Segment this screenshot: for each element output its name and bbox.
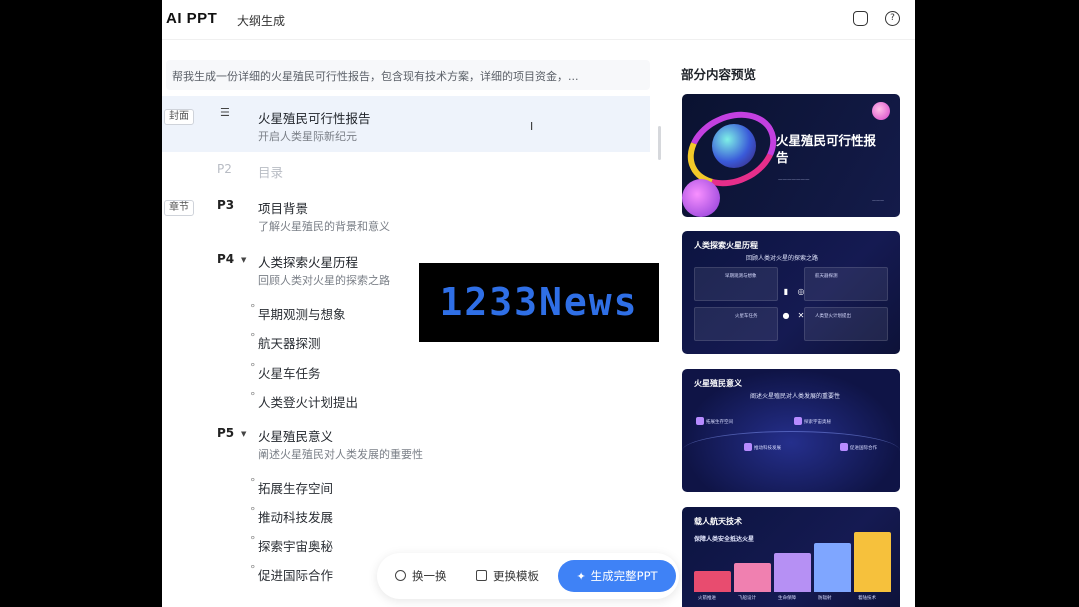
slide-bullet[interactable]: 推动科技发展: [250, 505, 333, 526]
info-box-label: 航天器探测: [815, 274, 838, 279]
users-icon: ●: [782, 311, 790, 320]
card-subtitle: 回顾人类对火星的探索之路: [746, 255, 819, 262]
card-subtitle: ———————: [778, 178, 810, 183]
slide-bullet[interactable]: 促进国际合作: [250, 563, 333, 584]
slide-bullet[interactable]: 航天器探测: [250, 331, 320, 352]
chevron-down-icon[interactable]: ▼: [241, 256, 246, 264]
cover-icon: ☰: [220, 106, 230, 119]
preview-title: 部分内容预览: [681, 67, 757, 82]
card-footer: ———: [872, 198, 884, 203]
card-title: 火星殖民可行性报告: [776, 133, 877, 165]
bag-icon[interactable]: [853, 11, 868, 26]
shuffle-button[interactable]: 换一换: [395, 568, 447, 584]
orb-graphic: [682, 179, 720, 217]
watermark-overlay: 1233News: [419, 263, 659, 342]
page-title: 大纲生成: [237, 14, 286, 28]
slide-row-cover[interactable]: 封面 ☰ 火星殖民可行性报告 开启人类星际新纪元 I: [162, 96, 650, 152]
slide-bullet[interactable]: 早期观测与想象: [250, 302, 345, 323]
slide-tag: 章节: [164, 200, 194, 216]
slide-title[interactable]: 目录: [258, 162, 283, 181]
brand-logo: AI PPT: [166, 10, 218, 27]
moon-graphic: [872, 102, 890, 120]
slide-title[interactable]: 人类探索火星历程: [258, 252, 358, 271]
template-label: 更换模板: [493, 569, 539, 583]
slide-title[interactable]: 项目背景: [258, 198, 308, 217]
info-box: 火星车任务: [694, 307, 778, 341]
slide-row-p3[interactable]: 章节 P3 项目背景 了解火星殖民的背景和意义: [162, 192, 650, 236]
slide-bullet[interactable]: 人类登火计划提出: [250, 390, 358, 411]
bar-label: 防辐射: [818, 596, 832, 601]
chart-icon: ▮: [783, 287, 789, 296]
app-window: AI PPT 大纲生成 ? 帮我生成一份详细的火星殖民可行性报告，包含现有技术方…: [162, 0, 915, 607]
item-label: 促进国际合作: [850, 446, 877, 451]
info-box-label: 早期观测与想象: [725, 274, 757, 279]
slide-bullet[interactable]: 火星车任务: [250, 361, 320, 382]
card-subtitle: 阐述火星殖民对人类发展的重要性: [750, 393, 841, 400]
item-marker: [794, 417, 802, 425]
info-box: 人类登火计划提出: [804, 307, 888, 341]
slide-subtitle[interactable]: 了解火星殖民的背景和意义: [258, 218, 390, 234]
generate-label: 生成完整PPT: [590, 569, 658, 583]
card-title: 人类探索火星历程: [694, 241, 758, 250]
top-bar: AI PPT 大纲生成 ?: [162, 0, 915, 40]
item-marker: [696, 417, 704, 425]
bar-label: 火箭推进: [698, 596, 716, 601]
slide-number: P3: [217, 198, 235, 212]
chart-bar: [694, 571, 731, 592]
slide-bullet[interactable]: 探索宇宙奥秘: [250, 534, 333, 555]
preview-card-significance[interactable]: 火星殖民意义 阐述火星殖民对人类发展的重要性 拓展生存空间 推动科技发展 探索宇…: [682, 369, 900, 492]
change-template-button[interactable]: 更换模板: [476, 568, 539, 584]
wave-graphic: [682, 431, 900, 471]
scrollbar[interactable]: [658, 126, 661, 160]
card-title: 载人航天技术: [694, 517, 742, 526]
refresh-icon: [395, 570, 406, 581]
item-marker: [744, 443, 752, 451]
tools-icon: ✕: [797, 311, 805, 320]
shuffle-label: 换一换: [412, 569, 447, 583]
slide-subtitle[interactable]: 开启人类星际新纪元: [258, 128, 357, 144]
help-icon[interactable]: ?: [885, 11, 900, 26]
slide-tag: 封面: [164, 109, 194, 125]
bar-label: 生命保障: [778, 596, 796, 601]
info-box-label: 火星车任务: [735, 314, 758, 319]
slide-title[interactable]: 火星殖民可行性报告: [258, 108, 371, 127]
slide-bullet[interactable]: 拓展生存空间: [250, 476, 333, 497]
bar-label: 着陆技术: [858, 596, 876, 601]
info-box: 早期观测与想象: [694, 267, 778, 301]
text-cursor-icon: I: [530, 120, 534, 133]
action-bar: 换一换 更换模板 ✦ 生成完整PPT: [377, 553, 679, 599]
slide-row-p5[interactable]: P5 ▼ 火星殖民意义 阐述火星殖民对人类发展的重要性: [162, 420, 650, 464]
card-title: 火星殖民意义: [694, 379, 742, 388]
slide-number: P5: [217, 426, 235, 440]
prompt-input[interactable]: 帮我生成一份详细的火星殖民可行性报告，包含现有技术方案，详细的项目资金，...: [166, 60, 650, 90]
slide-row-p2[interactable]: P2 目录: [162, 156, 650, 184]
generate-ppt-button[interactable]: ✦ 生成完整PPT: [558, 560, 676, 592]
bar-label: 飞船设计: [738, 596, 756, 601]
planet-graphic: [712, 124, 756, 168]
chevron-down-icon[interactable]: ▼: [241, 430, 246, 438]
chart-bar: [774, 553, 811, 592]
chart-bar: [734, 563, 771, 592]
chart-bar: [814, 543, 851, 592]
preview-card-technology[interactable]: 载人航天技术 保障人类安全抵达火星 火箭推进 飞船设计 生命保障 防辐射 着陆技术: [682, 507, 900, 607]
info-box-label: 人类登火计划提出: [815, 314, 851, 319]
item-label: 推动科技发展: [754, 446, 781, 451]
item-label: 探索宇宙奥秘: [804, 420, 831, 425]
slide-title[interactable]: 火星殖民意义: [258, 426, 333, 445]
item-label: 拓展生存空间: [706, 420, 733, 425]
chart-bar: [854, 532, 891, 592]
preview-card-history[interactable]: 人类探索火星历程 回顾人类对火星的探索之路 早期观测与想象 航天器探测 火星车任…: [682, 231, 900, 354]
preview-card-cover[interactable]: 火星殖民可行性报告 ——————— ———: [682, 94, 900, 217]
slide-subtitle[interactable]: 回顾人类对火星的探索之路: [258, 272, 390, 288]
target-icon: ◎: [797, 287, 805, 296]
sparkle-icon: ✦: [576, 570, 586, 583]
image-icon: [476, 570, 487, 581]
slide-number: P4: [217, 252, 235, 266]
slide-number: P2: [217, 162, 232, 176]
slide-subtitle[interactable]: 阐述火星殖民对人类发展的重要性: [258, 446, 423, 462]
info-box: 航天器探测: [804, 267, 888, 301]
card-subtitle: 保障人类安全抵达火星: [694, 536, 755, 543]
item-marker: [840, 443, 848, 451]
